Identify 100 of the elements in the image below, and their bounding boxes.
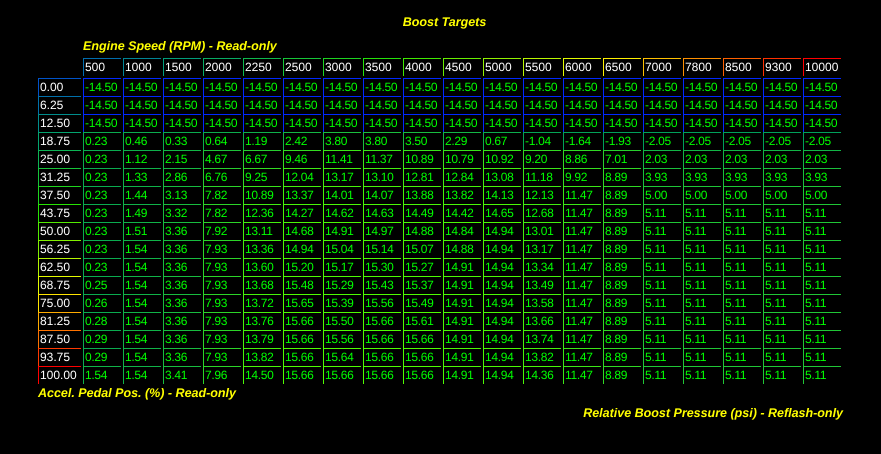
table-cell: 7.93 — [203, 312, 241, 330]
table-cell: 0.26 — [83, 294, 121, 312]
table-cell: 13.01 — [523, 222, 561, 240]
table-cell: -14.50 — [723, 78, 761, 96]
table-cell: 7.93 — [203, 258, 241, 276]
table-cell: -14.50 — [763, 96, 801, 114]
table-cell: 5.11 — [643, 312, 681, 330]
row-header: 0.00 — [38, 78, 81, 96]
table-cell: 5.11 — [763, 348, 801, 366]
table-cell: 7.93 — [203, 330, 241, 348]
table-cell: 3.32 — [163, 204, 201, 222]
table-cell: 5.11 — [723, 294, 761, 312]
table-cell: 15.66 — [283, 348, 321, 366]
table-cell: -14.50 — [203, 96, 241, 114]
table-cell: 3.93 — [803, 168, 841, 186]
table-cell: -14.50 — [723, 96, 761, 114]
row-header: 56.25 — [38, 240, 81, 258]
table-cell: 2.86 — [163, 168, 201, 186]
table-cell: 13.66 — [523, 312, 561, 330]
table-cell: 7.93 — [203, 276, 241, 294]
table-cell: 0.29 — [83, 348, 121, 366]
table-cell: 15.39 — [323, 294, 361, 312]
table-cell: 1.54 — [123, 240, 161, 258]
table-cell: 15.29 — [323, 276, 361, 294]
table-cell: 11.41 — [323, 150, 361, 168]
table-cell: 1.44 — [123, 186, 161, 204]
row-header: 12.50 — [38, 114, 81, 132]
column-header: 1000 — [123, 58, 161, 76]
table-cell: 13.10 — [363, 168, 401, 186]
table-cell: 3.36 — [163, 258, 201, 276]
table-cell: 13.58 — [523, 294, 561, 312]
table-cell: 5.11 — [683, 348, 721, 366]
table-cell: 5.11 — [803, 240, 841, 258]
table-cell: 5.00 — [643, 186, 681, 204]
table-cell: -14.50 — [483, 96, 521, 114]
table-cell: 5.11 — [723, 276, 761, 294]
table-cell: 15.66 — [283, 366, 321, 384]
table-cell: 1.54 — [123, 276, 161, 294]
table-cell: 1.54 — [123, 330, 161, 348]
table-cell: 5.11 — [643, 240, 681, 258]
table-cell: 5.11 — [723, 222, 761, 240]
table-cell: -14.50 — [363, 96, 401, 114]
table-cell: 5.11 — [683, 258, 721, 276]
table-cell: 5.11 — [643, 258, 681, 276]
table-cell: 15.20 — [283, 258, 321, 276]
table-cell: -14.50 — [83, 96, 121, 114]
table-cell: 13.68 — [243, 276, 281, 294]
table-cell: 5.11 — [763, 330, 801, 348]
table-cell: 0.28 — [83, 312, 121, 330]
table-cell: 8.86 — [563, 150, 601, 168]
table-cell: 5.11 — [723, 366, 761, 384]
table-cell: -14.50 — [123, 78, 161, 96]
table-cell: 3.80 — [363, 132, 401, 150]
table-cell: 5.11 — [763, 204, 801, 222]
table-cell: 14.88 — [403, 222, 441, 240]
table-cell: -14.50 — [523, 114, 561, 132]
table-cell: 11.18 — [523, 168, 561, 186]
table-cell: 5.11 — [723, 348, 761, 366]
table-cell: 5.00 — [803, 186, 841, 204]
table-cell: 15.66 — [283, 330, 321, 348]
table-cell: -2.05 — [803, 132, 841, 150]
table-cell: -14.50 — [123, 114, 161, 132]
table-cell: 3.36 — [163, 240, 201, 258]
table-cell: 5.11 — [763, 366, 801, 384]
table-cell: 3.93 — [643, 168, 681, 186]
table-cell: 0.23 — [83, 168, 121, 186]
table-cell: 13.17 — [523, 240, 561, 258]
table-cell: -14.50 — [523, 78, 561, 96]
column-header: 7800 — [683, 58, 721, 76]
table-cell: 14.62 — [323, 204, 361, 222]
table-cell: 14.94 — [483, 294, 521, 312]
table-cell: 5.11 — [723, 258, 761, 276]
table-cell: 15.27 — [403, 258, 441, 276]
table-cell: 0.23 — [83, 222, 121, 240]
table-cell: 13.36 — [243, 240, 281, 258]
table-cell: 7.01 — [603, 150, 641, 168]
table-cell: 14.68 — [283, 222, 321, 240]
table-cell: 8.89 — [603, 312, 641, 330]
row-header: 43.75 — [38, 204, 81, 222]
table-cell: 5.11 — [643, 366, 681, 384]
table-cell: 3.36 — [163, 348, 201, 366]
table-cell: 14.91 — [443, 276, 481, 294]
table-cell: 0.29 — [83, 330, 121, 348]
column-header: 7000 — [643, 58, 681, 76]
table-cell: 15.66 — [363, 312, 401, 330]
table-cell: 2.03 — [643, 150, 681, 168]
table-cell: 15.64 — [323, 348, 361, 366]
table-cell: 8.89 — [603, 222, 641, 240]
table-cell: 2.15 — [163, 150, 201, 168]
table-cell: -14.50 — [363, 114, 401, 132]
table-cell: 13.82 — [443, 186, 481, 204]
column-header: 3000 — [323, 58, 361, 76]
table-cell: -2.05 — [683, 132, 721, 150]
table-cell: 5.11 — [723, 240, 761, 258]
table-cell: -14.50 — [163, 78, 201, 96]
table-cell: -2.05 — [763, 132, 801, 150]
table-cell: 5.11 — [763, 240, 801, 258]
table-cell: 8.89 — [603, 348, 641, 366]
table-cell: 15.65 — [283, 294, 321, 312]
column-header: 1500 — [163, 58, 201, 76]
